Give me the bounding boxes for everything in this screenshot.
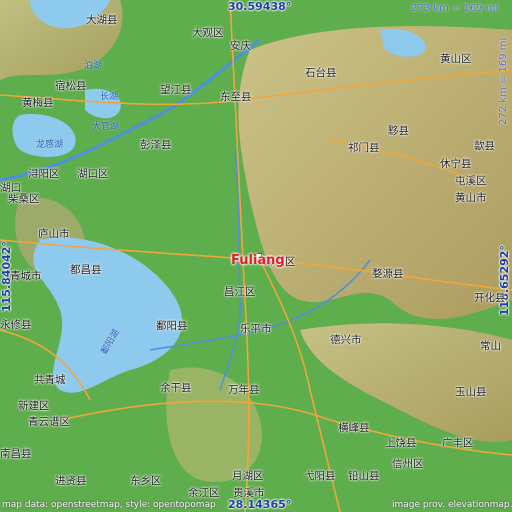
place-label: 昌江区 [224, 286, 256, 298]
place-label: 黄梅县 [22, 97, 54, 109]
place-label: 广丰区 [442, 437, 474, 449]
attribution-right: image prov. elevationmap.info [392, 500, 512, 510]
place-label: 弋阳县 [304, 470, 336, 482]
place-label: 彭泽县 [140, 139, 172, 151]
place-label: 浔阳区 [28, 168, 60, 180]
place-label: 玉山县 [455, 386, 487, 398]
place-label: 宿松县 [55, 80, 87, 92]
place-label: 贵溪市 [233, 487, 265, 499]
map[interactable]: 30.59438° 28.14365° 115.84042° 118.65292… [0, 0, 512, 512]
place-label: 新建区 [18, 400, 50, 412]
place-label: 歙县 [474, 140, 495, 152]
place-label: 湖口 [0, 182, 21, 194]
coord-right: 118.65292° [498, 245, 511, 316]
place-label: 庐山市 [38, 228, 70, 240]
place-label: 月湖区 [232, 470, 264, 482]
place-label: 鄱阳县 [156, 320, 188, 332]
water-label: 泊湖 [84, 61, 103, 71]
place-label: 望江县 [160, 84, 192, 96]
water-label: 龙感湖 [36, 140, 64, 150]
place-label: 大观区 [192, 27, 224, 39]
place-label: 都昌县 [70, 264, 102, 276]
place-label: 青云谱区 [28, 416, 70, 428]
place-label: 黄山区 [440, 53, 472, 65]
scale-horizontal: 273 km = 169 mi [411, 3, 499, 14]
place-label: 大湖县 [86, 14, 118, 26]
attribution-left: map data: openstreetmap, style: opentopo… [2, 500, 216, 510]
place-label: 铅山县 [348, 470, 380, 482]
place-label: 安庆 [230, 40, 251, 52]
focus-place-label: Fuliang [231, 253, 285, 268]
place-label: 横峰县 [338, 422, 370, 434]
place-label: 屯溪区 [455, 175, 487, 187]
place-label: 黟县 [388, 125, 409, 137]
place-label: 祁门县 [348, 142, 380, 154]
place-label: 进贤县 [55, 475, 87, 487]
scale-vertical: 272 km = 169 mi [498, 37, 509, 125]
place-label: 万年县 [228, 384, 260, 396]
place-label: 余干县 [160, 382, 192, 394]
place-label: 柴桑区 [8, 193, 40, 205]
place-label: 南昌县 [0, 448, 32, 460]
place-label: 休宁县 [440, 158, 472, 170]
place-label: 共青城 [34, 374, 66, 386]
place-label: 余江区 [188, 487, 220, 499]
place-label: 上饶县 [385, 437, 417, 449]
place-label: 石台县 [305, 67, 337, 79]
coord-top: 30.59438° [228, 0, 292, 13]
place-label: 东乡区 [130, 475, 162, 487]
place-label: 常山 [480, 340, 501, 352]
place-label: 黄山市 [455, 192, 487, 204]
place-label: 开化县 [474, 292, 506, 304]
place-label: 湖口区 [77, 168, 109, 180]
place-label: 乐平市 [240, 323, 272, 335]
water-label: 大官湖 [92, 122, 120, 132]
place-label: 信州区 [392, 458, 424, 470]
water-label: 长湖 [100, 92, 119, 102]
place-label: 东至县 [220, 91, 252, 103]
place-label: 婺源县 [372, 268, 404, 280]
coord-bottom: 28.14365° [228, 498, 292, 511]
place-label: 永修县 [0, 319, 32, 331]
place-label: 青城市 [10, 270, 42, 282]
place-label: 德兴市 [330, 334, 362, 346]
